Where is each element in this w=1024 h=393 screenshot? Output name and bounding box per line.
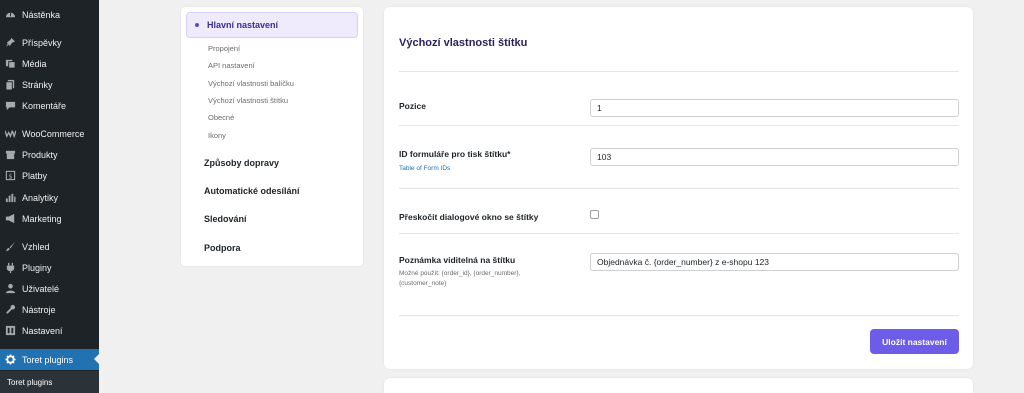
pin-icon [5, 37, 16, 48]
sidebar-item-media[interactable]: Média [0, 53, 99, 74]
sidebar-item-settings[interactable]: Nastavení [0, 320, 99, 341]
admin-sidebar: Nástěnka Příspěvky Média Stránky Komentá… [0, 0, 99, 393]
sidebar-item-payments[interactable]: $ Platby [0, 165, 99, 186]
divider [399, 125, 959, 126]
position-input[interactable]: 1 [590, 99, 959, 117]
pages-icon [5, 79, 16, 90]
sidebar-item-appearance[interactable]: Vzhled [0, 236, 99, 257]
sidebar-item-pages[interactable]: Stránky [0, 74, 99, 95]
nav-item-main-settings[interactable]: Hlavní nastavení [186, 12, 358, 38]
nav-subitem-general[interactable]: Obecné [208, 113, 234, 122]
analytics-icon [5, 192, 16, 203]
nav-item-shipping-methods[interactable]: Způsoby dopravy [204, 158, 279, 168]
nav-item-tracking[interactable]: Sledování [204, 214, 247, 224]
users-icon [5, 283, 16, 294]
sidebar-item-toret-plugins[interactable]: Toret plugins [0, 349, 99, 370]
gear-icon [5, 354, 16, 365]
nav-subitem-package-defaults[interactable]: Výchozí vlastnosti balíčku [208, 79, 294, 88]
sidebar-item-label: Platby [22, 170, 48, 181]
submenu-item-toret-plugins[interactable]: Toret plugins [0, 371, 99, 393]
sidebar-item-label: Uživatelé [22, 283, 60, 294]
products-icon [5, 149, 16, 160]
comments-icon [5, 100, 16, 111]
sidebar-item-tools[interactable]: Nástroje [0, 299, 99, 320]
nav-item-label: Hlavní nastavení [207, 20, 279, 30]
sidebar-item-plugins[interactable]: Pluginy [0, 257, 99, 278]
sidebar-item-label: Příspěvky [22, 37, 62, 48]
sidebar-item-label: Nástroje [22, 304, 56, 315]
sidebar-item-label: Média [22, 58, 47, 69]
sidebar-item-woocommerce[interactable]: WooCommerce [0, 123, 99, 144]
sidebar-item-label: Toret plugins [22, 354, 74, 365]
next-card [384, 378, 973, 393]
skip-dialog-label: Přeskočit dialogové okno se štítky [399, 212, 539, 222]
sidebar-item-posts[interactable]: Příspěvky [0, 32, 99, 53]
brush-icon [5, 241, 16, 252]
nav-subitem-api-settings[interactable]: API nastavení [208, 61, 255, 70]
payments-icon: $ [5, 170, 16, 181]
save-settings-button[interactable]: Uložit nastavení [870, 329, 959, 354]
divider [399, 188, 959, 189]
skip-dialog-checkbox[interactable] [590, 210, 599, 219]
woocommerce-icon [5, 128, 16, 139]
divider [399, 233, 959, 234]
sidebar-item-label: Produkty [22, 149, 58, 160]
position-label: Pozice [399, 101, 426, 111]
label-settings-card: Výchozí vlastnosti štítku Pozice 1 ID fo… [384, 7, 973, 369]
nav-subitem-label-defaults[interactable]: Výchozí vlastnosti štítku [208, 96, 288, 105]
megaphone-icon [5, 213, 16, 224]
settings-icon [5, 325, 16, 336]
nav-item-auto-send[interactable]: Automatické odesílání [204, 186, 300, 196]
sidebar-item-marketing[interactable]: Marketing [0, 208, 99, 229]
sidebar-item-label: Vzhled [22, 241, 50, 252]
form-ids-table-link[interactable]: Table of Form IDs [399, 165, 450, 172]
sidebar-item-products[interactable]: Produkty [0, 144, 99, 165]
sidebar-item-label: WooCommerce [22, 128, 85, 139]
tools-icon [5, 304, 16, 315]
divider [399, 315, 959, 316]
sidebar-item-label: Komentáře [22, 100, 67, 111]
settings-nav: Hlavní nastavení Propojení API nastavení… [181, 7, 363, 266]
nav-item-support[interactable]: Podpora [204, 243, 241, 253]
nav-subitem-icons[interactable]: Ikony [208, 131, 226, 140]
form-id-input[interactable]: 103 [590, 148, 959, 166]
active-dot-icon [195, 23, 199, 27]
nav-subitem-connection[interactable]: Propojení [208, 44, 240, 53]
dashboard-icon [5, 9, 16, 20]
form-id-label: ID formuláře pro tisk štítku* [399, 149, 511, 159]
sidebar-item-label: Stránky [22, 79, 53, 90]
sidebar-item-label: Analytiky [22, 192, 59, 203]
sidebar-item-label: Nástěnka [22, 9, 61, 20]
svg-text:$: $ [8, 172, 12, 180]
sidebar-item-label: Pluginy [22, 262, 52, 273]
sidebar-item-dashboard[interactable]: Nástěnka [0, 4, 99, 25]
sidebar-item-label: Marketing [22, 213, 62, 224]
note-label: Poznámka viditelná na štítku [399, 255, 516, 265]
divider [399, 71, 959, 72]
plugins-icon [5, 262, 16, 273]
sidebar-item-comments[interactable]: Komentáře [0, 95, 99, 116]
sidebar-item-users[interactable]: Uživatelé [0, 278, 99, 299]
page-title: Výchozí vlastnosti štítku [399, 37, 528, 49]
note-input[interactable]: Objednávka č. {order_number} z e-shopu 1… [590, 253, 959, 271]
sidebar-item-label: Nastavení [22, 325, 63, 336]
sidebar-item-analytics[interactable]: Analytiky [0, 187, 99, 208]
note-help-text: Možné použít: {order_id}, {order_number}… [399, 270, 521, 287]
media-icon [5, 58, 16, 69]
